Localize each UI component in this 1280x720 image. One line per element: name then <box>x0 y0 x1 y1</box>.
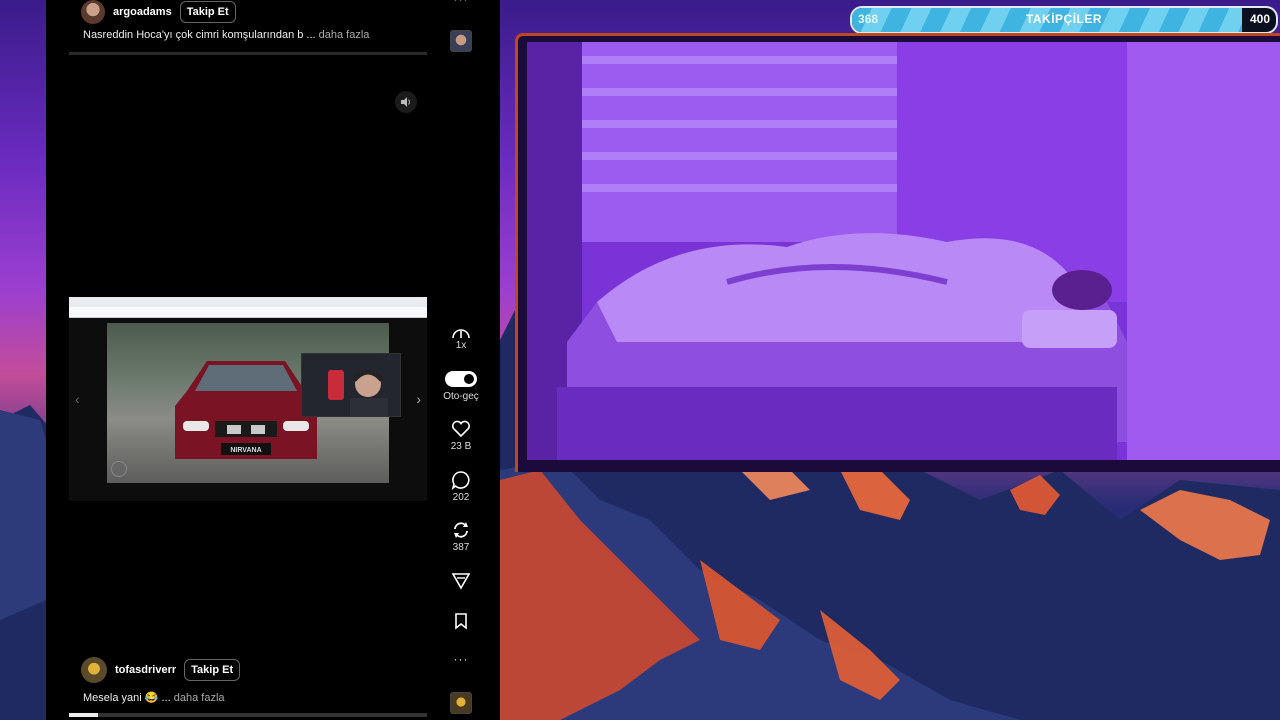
avatar[interactable] <box>81 657 107 683</box>
comment-button[interactable]: 202 <box>436 470 486 503</box>
plate-text: NIRVANA <box>230 447 261 454</box>
more-options-button[interactable]: ··· <box>436 652 486 666</box>
speed-button[interactable]: 1x <box>436 326 486 351</box>
comment-icon <box>451 471 470 490</box>
thumbnail-image <box>450 30 472 52</box>
post-username[interactable]: argoadams <box>113 6 172 18</box>
volume-button[interactable] <box>395 91 417 113</box>
repost-count: 387 <box>452 542 470 553</box>
followers-goal: 400 <box>1249 12 1270 26</box>
more-options-button[interactable]: ··· <box>436 0 486 6</box>
post-caption: Mesela yani 😂 ... daha fazla <box>83 691 225 704</box>
speaker-icon <box>401 97 410 107</box>
caption-text: Nasreddin Hoca'yı çok cimri komşularında… <box>83 29 316 41</box>
browser-address-bar <box>69 307 427 318</box>
video-frame: NIRVANA ‹ › <box>69 297 427 501</box>
video-progress-fill <box>69 713 98 717</box>
autoplay-label: Oto-geç <box>443 391 479 402</box>
streamer-webcam <box>301 353 401 417</box>
more-icon: ··· <box>453 652 469 666</box>
video-player[interactable]: NIRVANA ‹ › tofasdriverr Takip Et Mesela… <box>69 81 427 717</box>
share-icon <box>451 573 471 590</box>
caption-text: Mesela yani 😂 ... <box>83 692 171 704</box>
more-icon: ··· <box>454 0 469 6</box>
speed-label: 1x <box>455 340 467 351</box>
follow-button[interactable]: Takip Et <box>184 659 241 681</box>
like-button[interactable]: 23 B <box>436 420 486 452</box>
prev-post-thumbnail[interactable] <box>436 30 486 52</box>
video-feed-panel: argoadams Takip Et Nasreddin Hoca'yı çok… <box>46 0 500 720</box>
comment-count: 202 <box>452 492 470 503</box>
person-icon <box>302 354 400 416</box>
browser-tab-bar <box>69 297 427 307</box>
prev-arrow-icon[interactable]: ‹ <box>75 391 80 407</box>
play-button-overlay <box>111 461 127 477</box>
more-link[interactable]: daha fazla <box>319 29 370 41</box>
next-arrow-icon[interactable]: › <box>416 391 421 407</box>
more-link[interactable]: daha fazla <box>174 692 225 704</box>
followers-goal-bar: 368 TAKİPÇİLER 400 <box>850 6 1278 34</box>
post-username[interactable]: tofasdriverr <box>115 664 176 676</box>
next-post-thumbnail[interactable] <box>436 692 486 714</box>
heart-icon <box>451 420 471 438</box>
repost-icon <box>454 522 468 538</box>
bookmark-icon <box>455 613 467 630</box>
thumbnail-image <box>450 692 472 714</box>
action-rail: ··· 1x Oto-geç 23 B 202 387 ··· <box>436 0 486 720</box>
follow-button[interactable]: Takip Et <box>179 1 236 23</box>
like-count: 23 B <box>450 441 472 452</box>
autoplay-toggle[interactable]: Oto-geç <box>436 371 486 402</box>
save-button[interactable] <box>436 612 486 630</box>
repost-button[interactable]: 387 <box>436 520 486 553</box>
previous-post-footer: argoadams Takip Et Nasreddin Hoca'yı çok… <box>69 0 427 55</box>
speedometer-icon <box>452 329 470 339</box>
share-button[interactable] <box>436 572 486 590</box>
followers-title: TAKİPÇİLER <box>1025 12 1103 26</box>
video-progress-bar[interactable] <box>69 713 427 717</box>
post-caption: Nasreddin Hoca'yı çok cimri komşularında… <box>83 29 369 41</box>
toggle-switch-icon <box>445 371 477 387</box>
avatar[interactable] <box>81 0 105 24</box>
bedroom-camera-image <box>527 42 1280 460</box>
camera-feed <box>527 42 1280 460</box>
